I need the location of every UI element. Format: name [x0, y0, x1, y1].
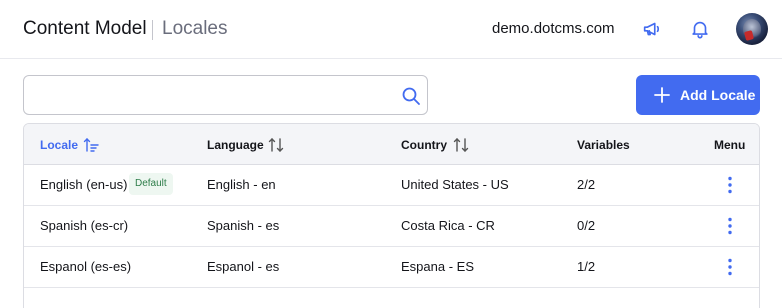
kebab-menu-icon[interactable] [724, 258, 736, 276]
breadcrumb-separator [152, 20, 153, 40]
column-header-locale[interactable]: Locale [40, 138, 78, 152]
country-cell: Costa Rica - CR [401, 218, 495, 233]
top-header: Content Model Locales demo.dotcms.com [0, 0, 782, 59]
table-header: Locale Language Country Variables Menu [24, 124, 759, 165]
breadcrumb-title[interactable]: Content Model [23, 18, 147, 40]
site-selector[interactable]: demo.dotcms.com [492, 20, 615, 37]
language-cell: English - en [207, 177, 276, 192]
avatar[interactable] [736, 13, 768, 45]
locales-table: Locale Language Country Variables Menu E… [23, 123, 760, 308]
variables-cell: 0/2 [577, 218, 596, 233]
add-locale-label: Add Locale [680, 87, 756, 103]
column-header-country[interactable]: Country [401, 138, 447, 152]
column-header-menu: Menu [714, 138, 746, 152]
sort-ascending-icon[interactable] [83, 137, 99, 153]
country-cell: Espana - ES [401, 259, 474, 274]
add-locale-button[interactable]: Add Locale [636, 75, 760, 115]
locale-cell: Spanish (es-cr) [40, 218, 129, 233]
kebab-menu-icon[interactable] [724, 176, 736, 194]
search-input[interactable] [34, 84, 389, 106]
kebab-menu-icon[interactable] [724, 217, 736, 235]
locale-cell: English (en-us) [40, 177, 128, 192]
column-header-variables: Variables [577, 138, 630, 152]
language-cell: Espanol - es [207, 259, 280, 274]
table-row[interactable]: Spanish (es-cr) Spanish - es Costa Rica … [24, 206, 759, 247]
sort-icon[interactable] [453, 137, 469, 153]
language-cell: Spanish - es [207, 218, 280, 233]
country-cell: United States - US [401, 177, 509, 192]
table-row[interactable]: English (en-us) Default English - en Uni… [24, 165, 759, 206]
default-badge: Default [129, 173, 173, 195]
bell-icon[interactable] [689, 18, 711, 40]
variables-cell: 2/2 [577, 177, 596, 192]
search-icon[interactable] [401, 86, 421, 106]
sort-icon[interactable] [268, 137, 284, 153]
breadcrumb-current: Locales [162, 18, 228, 39]
plus-icon [654, 87, 670, 103]
megaphone-icon[interactable] [641, 18, 663, 40]
variables-cell: 1/2 [577, 259, 596, 274]
locale-cell: Espanol (es-es) [40, 259, 132, 274]
search-field[interactable] [23, 75, 428, 115]
table-row[interactable]: Espanol (es-es) Espanol - es Espana - ES… [24, 247, 759, 288]
column-header-language[interactable]: Language [207, 138, 264, 152]
